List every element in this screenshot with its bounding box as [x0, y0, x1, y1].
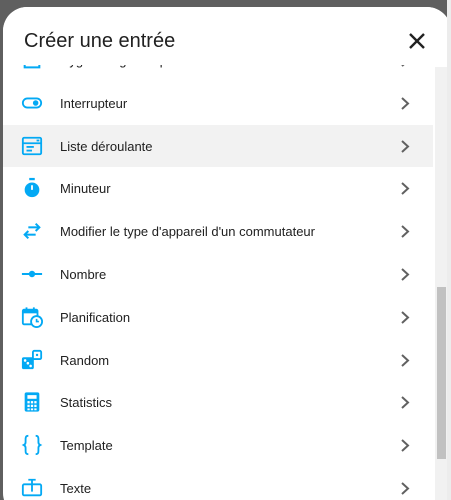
background-edge	[447, 0, 451, 500]
list-item-label: Nombre	[60, 266, 107, 282]
list-item-modifier-type[interactable]: Modifier le type d'appareil d'un commuta…	[3, 210, 433, 253]
list-item-label: Modifier le type d'appareil d'un commuta…	[60, 224, 315, 240]
chevron-right-icon	[401, 182, 410, 196]
chevron-right-icon	[401, 353, 410, 367]
swap-horizontal-icon	[23, 223, 41, 240]
list-item-label: Texte	[60, 480, 92, 496]
text-box-icon	[21, 478, 43, 497]
dropdown-list-icon	[21, 136, 43, 155]
dice-icon	[21, 349, 43, 369]
list-item-label: Liste déroulante	[60, 138, 153, 154]
slider-number-icon	[21, 270, 43, 278]
scrollbar-thumb[interactable]	[437, 287, 446, 459]
list-item-liste-deroulante[interactable]: Liste déroulante	[3, 124, 433, 168]
list-item-label: Interrupteur	[60, 95, 128, 111]
list-item-label: Statistics	[60, 395, 113, 411]
close-icon[interactable]	[404, 28, 430, 54]
chevron-right-icon	[401, 139, 410, 153]
chevron-right-icon	[401, 97, 410, 110]
chevron-right-icon	[401, 225, 410, 238]
list-item-label: Template	[60, 438, 113, 454]
list-item-texte[interactable]: Texte	[3, 467, 433, 500]
calculator-icon	[24, 392, 40, 412]
list-item-statistics[interactable]: Statistics	[3, 381, 433, 424]
list-item-planification[interactable]: Planification	[3, 296, 433, 339]
list-item-label: Planification	[60, 309, 131, 325]
chevron-right-icon	[401, 268, 410, 281]
chevron-right-icon	[401, 311, 410, 324]
chevron-right-icon	[401, 396, 410, 410]
chevron-right-icon	[401, 439, 410, 452]
list-item-nombre[interactable]: Nombre	[3, 253, 433, 296]
list-item-random[interactable]: Random	[3, 339, 433, 382]
timer-icon	[24, 178, 40, 198]
chevron-right-icon	[401, 482, 410, 495]
integration-list: Hygrostat générique Interrupteur	[3, 39, 433, 500]
list-item-label: Minuteur	[60, 181, 111, 197]
dialog-title: Créer une entrée	[24, 30, 176, 52]
list-item-label: Random	[60, 352, 110, 368]
create-entry-dialog: Hygrostat générique Interrupteur	[3, 7, 451, 500]
code-braces-icon	[21, 435, 43, 456]
list-item-interrupteur[interactable]: Interrupteur	[3, 82, 433, 125]
dialog-header: Créer une entrée	[3, 7, 451, 65]
calendar-clock-icon	[21, 307, 43, 328]
toggle-switch-icon	[21, 97, 43, 109]
list-item-template[interactable]: Template	[3, 424, 433, 467]
list-item-minuteur[interactable]: Minuteur	[3, 167, 433, 210]
